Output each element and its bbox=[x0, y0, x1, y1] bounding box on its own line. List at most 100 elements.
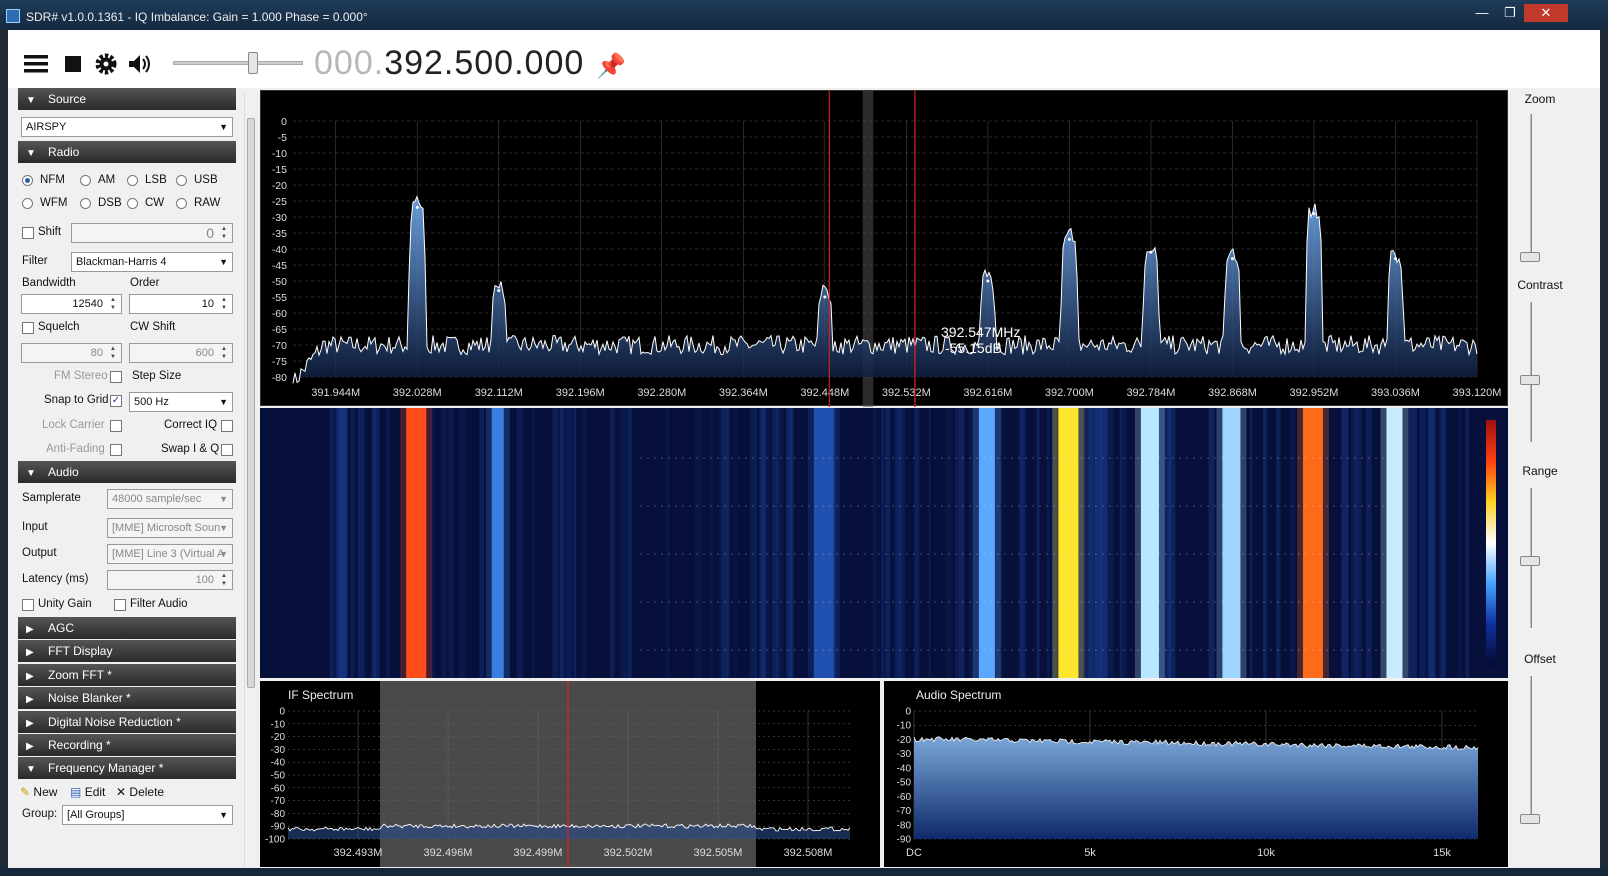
noise-streak bbox=[441, 408, 447, 678]
group-select[interactable]: [All Groups] ▼ bbox=[62, 805, 233, 825]
zoom-track[interactable] bbox=[1530, 114, 1532, 254]
mode-radio-raw[interactable] bbox=[176, 198, 187, 209]
samplerate-select[interactable]: 48000 sample/sec ▼ bbox=[107, 489, 233, 509]
noise-streak bbox=[361, 408, 366, 678]
section-header-noise-blanker[interactable]: ▶ Noise Blanker * bbox=[18, 687, 236, 710]
noise-streak bbox=[928, 408, 931, 678]
offset-track[interactable] bbox=[1530, 676, 1532, 816]
step-select[interactable]: 500 Hz ▼ bbox=[129, 392, 233, 412]
mode-radio-nfm[interactable] bbox=[22, 175, 33, 186]
close-button[interactable]: ✕ bbox=[1524, 4, 1568, 22]
squelch-spinner-icon[interactable]: ▲ ▼ bbox=[107, 345, 119, 361]
snap-checkbox[interactable]: ✓ bbox=[110, 395, 122, 407]
spectrum-chart[interactable]: 0 -5 -10 -15 -20 -25 -30 -35 -40 -45 -50 -55 -60 -65 -… bbox=[261, 91, 1509, 407]
menu-icon[interactable] bbox=[22, 50, 50, 78]
peak-point-3 bbox=[986, 279, 990, 283]
section-header-label: Zoom FFT * bbox=[48, 667, 112, 682]
filter-select[interactable]: Blackman-Harris 4 ▼ bbox=[71, 252, 233, 272]
if-spectrum-panel[interactable]: IF Spectrum 0 -10 -20 -30 -40 -50 -60 -70 -80 -90 -… bbox=[260, 681, 880, 867]
y-tick-label: -20 bbox=[272, 180, 287, 192]
mode-radio-dsb[interactable] bbox=[80, 198, 91, 209]
swapiq-checkbox[interactable] bbox=[221, 444, 233, 456]
volume-slider[interactable] bbox=[173, 61, 303, 65]
squelch-input[interactable]: 80 ▲ ▼ bbox=[21, 343, 122, 363]
spectrum-panel[interactable]: 0 -5 -10 -15 -20 -25 -30 -35 -40 -45 -50 -55 -60 -65 -… bbox=[260, 90, 1509, 407]
section-header-agc[interactable]: ▶ AGC bbox=[18, 617, 236, 639]
antifading-checkbox[interactable] bbox=[110, 444, 122, 456]
waterfall-chart[interactable] bbox=[260, 408, 1508, 678]
section-header-fft-display[interactable]: ▶ FFT Display bbox=[18, 640, 236, 663]
expand-icon: ▶ bbox=[26, 624, 34, 635]
peak-point-6 bbox=[1230, 257, 1234, 261]
mode-radio-lsb[interactable] bbox=[127, 175, 138, 186]
input-select[interactable]: [MME] Microsoft Soun ▼ bbox=[107, 518, 233, 538]
radio-header[interactable]: ▼ Radio bbox=[18, 141, 236, 163]
minimize-button[interactable]: — bbox=[1468, 4, 1496, 22]
new-button[interactable]: ✎ New bbox=[20, 785, 57, 799]
noise-streak bbox=[1120, 408, 1128, 678]
order-input[interactable]: 10 ▲ ▼ bbox=[129, 294, 233, 314]
if-spectrum-chart[interactable]: IF Spectrum0-10 -20 -30 -40 -50-60 -70 -80 -90 -… bbox=[260, 681, 880, 867]
source-header[interactable]: ▼ Source bbox=[18, 88, 236, 110]
fmstereo-checkbox[interactable] bbox=[110, 371, 122, 383]
noise-streak bbox=[448, 408, 454, 678]
cwshift-input[interactable]: 600 ▲ ▼ bbox=[129, 343, 233, 363]
squelch-checkbox[interactable] bbox=[22, 322, 34, 334]
noise-streak bbox=[1458, 408, 1463, 678]
panel-scrollbar[interactable] bbox=[244, 92, 256, 868]
range-thumb[interactable] bbox=[1520, 556, 1540, 566]
bandwidth-input[interactable]: 12540 ▲ ▼ bbox=[21, 294, 122, 314]
x-tick-label: 392.280M bbox=[637, 387, 686, 399]
mode-radio-am[interactable] bbox=[80, 175, 91, 186]
order-spinner-icon[interactable]: ▲ ▼ bbox=[218, 296, 230, 312]
audio-header[interactable]: ▼ Audio bbox=[18, 461, 236, 483]
latency-spinner-icon[interactable]: ▲ ▼ bbox=[218, 572, 230, 588]
edit-button[interactable]: ▤ Edit bbox=[70, 785, 105, 799]
noise-streak bbox=[1341, 408, 1349, 678]
noise-streak bbox=[1441, 408, 1445, 678]
panel-scrollbar-thumb[interactable] bbox=[247, 118, 255, 688]
mode-radio-usb[interactable] bbox=[176, 175, 187, 186]
y-tick-label: -25 bbox=[272, 196, 287, 208]
mode-radio-wfm[interactable] bbox=[22, 198, 33, 209]
section-header-digital-noise-reduction[interactable]: ▶ Digital Noise Reduction * bbox=[18, 710, 236, 733]
output-select[interactable]: [MME] Line 3 (Virtual A ▼ bbox=[107, 544, 233, 564]
unitygain-checkbox[interactable] bbox=[22, 599, 34, 611]
bandwidth-spinner-icon[interactable]: ▲ ▼ bbox=[107, 296, 119, 312]
section-header-recording[interactable]: ▶ Recording * bbox=[18, 734, 236, 756]
latency-input[interactable]: 100 ▲ ▼ bbox=[107, 570, 233, 590]
speaker-icon[interactable] bbox=[126, 50, 154, 78]
x-tick-label: 392.784M bbox=[1126, 387, 1175, 399]
audio-spectrum-panel[interactable]: Audio Spectrum 0 -10 -20 -30 -40 -50 -60 -70 -80 -… bbox=[884, 681, 1508, 867]
shift-input[interactable]: 0 ▲ ▼ bbox=[71, 223, 233, 243]
lockcarrier-checkbox[interactable] bbox=[110, 420, 122, 432]
noise-streak bbox=[1092, 408, 1096, 678]
waterfall-panel[interactable] bbox=[260, 408, 1508, 678]
frequency-display[interactable]: 000.392.500.000 bbox=[314, 44, 584, 83]
control-panel: ▼ Source AIRSPY ▼ ▼ Radio Shift 0 ▲ ▼ Filter … bbox=[18, 88, 244, 868]
freqmgr-header[interactable]: ▼ Frequency Manager * bbox=[18, 757, 236, 779]
offset-thumb[interactable] bbox=[1520, 814, 1540, 824]
stop-icon[interactable] bbox=[60, 50, 88, 78]
delete-button[interactable]: ✕ Delete bbox=[116, 785, 164, 799]
zoom-thumb[interactable] bbox=[1520, 252, 1540, 262]
correctiq-checkbox[interactable] bbox=[221, 420, 233, 432]
shift-checkbox[interactable] bbox=[22, 227, 34, 239]
contrast-thumb[interactable] bbox=[1520, 375, 1540, 385]
pin-icon[interactable]: 📌 bbox=[596, 52, 626, 81]
mode-radio-cw[interactable] bbox=[127, 198, 138, 209]
contrast-track[interactable] bbox=[1530, 302, 1532, 442]
filteraudio-checkbox[interactable] bbox=[114, 599, 126, 611]
source-select[interactable]: AIRSPY ▼ bbox=[21, 117, 233, 137]
latency-label: Latency (ms) bbox=[22, 573, 89, 585]
cwshift-spinner-icon[interactable]: ▲ ▼ bbox=[218, 345, 230, 361]
volume-slider-thumb[interactable] bbox=[248, 52, 258, 74]
restore-button[interactable]: ❐ bbox=[1496, 4, 1524, 22]
audio-spectrum-chart[interactable]: Audio Spectrum 0 -10 -20 -30 -40 -50 -60 -70 -80 -… bbox=[884, 681, 1508, 867]
section-header-zoom-fft[interactable]: ▶ Zoom FFT * bbox=[18, 663, 236, 686]
edit-icon: ▤ bbox=[70, 785, 82, 799]
shift-spinner-icon[interactable]: ▲ ▼ bbox=[218, 225, 230, 241]
gear-icon[interactable] bbox=[92, 50, 120, 78]
main-window: 000.392.500.000 📌 ▼ Source AIRSPY ▼ ▼ Radio… bbox=[8, 30, 1600, 868]
noise-streak bbox=[775, 408, 784, 678]
